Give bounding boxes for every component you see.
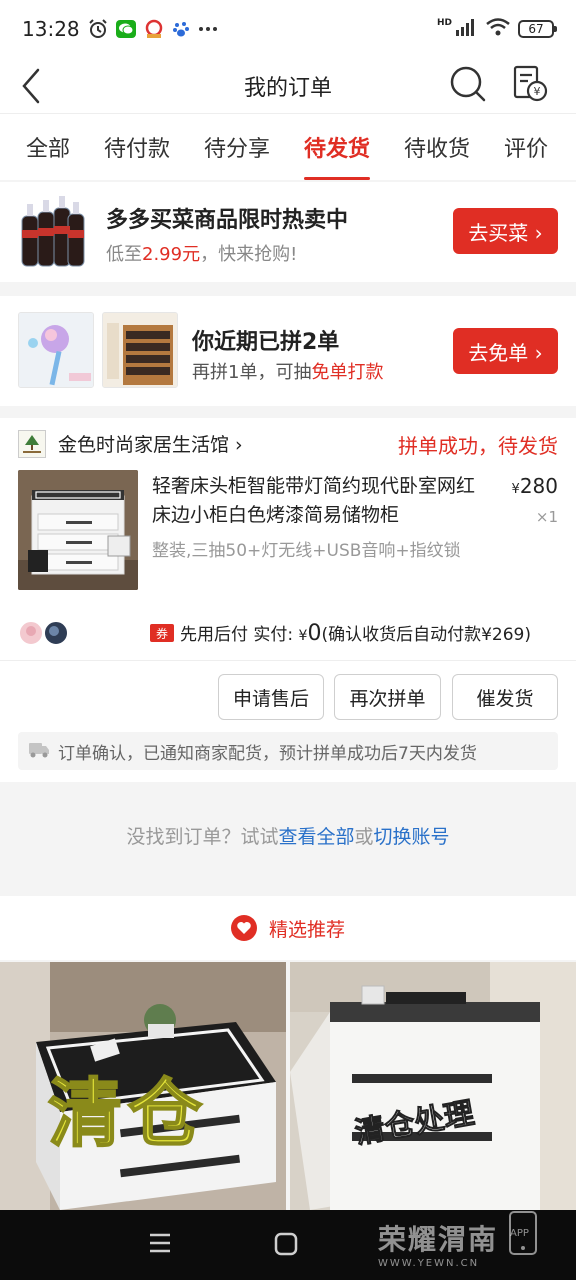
home-nav-icon[interactable] bbox=[274, 1232, 298, 1260]
app-notification-icon bbox=[144, 19, 164, 39]
product-price: ¥280 bbox=[512, 474, 558, 498]
go-free-order-button[interactable]: 去免单 › bbox=[453, 328, 558, 374]
watermark-en: WWW.YEWN.CN bbox=[378, 1258, 480, 1269]
shipping-notice: 订单确认，已通知商家配货，预计拼单成功后7天内发货 bbox=[18, 732, 558, 770]
after-sale-button[interactable]: 申请售后 bbox=[218, 674, 324, 720]
divider bbox=[0, 660, 576, 661]
grocery-promo-banner[interactable]: 多多买菜商品限时热卖中 低至2.99元，快来抢购! 去买菜 › bbox=[0, 182, 576, 282]
coupon-badge: 券 bbox=[150, 624, 174, 642]
view-all-link[interactable]: 查看全部 bbox=[278, 826, 354, 848]
shop-logo[interactable] bbox=[18, 430, 46, 458]
product-quantity: ×1 bbox=[535, 508, 558, 526]
free-order-sub-prefix: 再拼1单，可抽 bbox=[192, 362, 312, 383]
heart-icon bbox=[230, 915, 257, 941]
status-time: 13:28 bbox=[22, 17, 80, 41]
not-found-middle: 或 bbox=[354, 826, 374, 848]
shoe-rack-image bbox=[102, 312, 178, 388]
shop-name[interactable]: 金色时尚家居生活馆 › bbox=[58, 430, 243, 457]
baidu-icon bbox=[172, 20, 190, 38]
signal-icon bbox=[456, 18, 478, 40]
clearance-banner-1: 清仓 bbox=[47, 1070, 208, 1158]
back-icon[interactable] bbox=[18, 66, 48, 106]
bedside-table-image-2 bbox=[290, 962, 576, 1210]
watermark-cn: 荣耀渭南 bbox=[378, 1223, 499, 1256]
tab-review[interactable]: 评价 bbox=[504, 114, 548, 180]
order-card: 金色时尚家居生活馆 › 拼单成功，待发货 轻奢床头柜智能带灯简约现代卧室网红床边… bbox=[0, 418, 576, 782]
order-status: 拼单成功，待发货 bbox=[398, 434, 558, 458]
switch-account-link[interactable]: 切换账号 bbox=[374, 826, 450, 848]
battery-level: 67 bbox=[528, 22, 544, 36]
tab-to-ship[interactable]: 待发货 bbox=[304, 114, 371, 180]
payment-info: 先用后付 实付: ¥0(确认收货后自动付款¥269) bbox=[180, 620, 531, 646]
urge-shipping-button[interactable]: 催发货 bbox=[452, 674, 558, 720]
recommend-header: 精选推荐 bbox=[0, 896, 576, 960]
grocery-sub-price: 2.99元 bbox=[142, 244, 201, 265]
recommend-item-1[interactable]: 清仓 bbox=[0, 962, 286, 1210]
rebuy-button[interactable]: 再次拼单 bbox=[334, 674, 441, 720]
menu-nav-icon[interactable] bbox=[148, 1232, 172, 1258]
price-currency: ¥ bbox=[511, 482, 520, 497]
tab-to-share[interactable]: 待分享 bbox=[204, 114, 270, 180]
pay-note: (确认收货后自动付款¥269) bbox=[321, 625, 531, 645]
grocery-sub-prefix: 低至 bbox=[106, 244, 142, 265]
watermark-app-label: APP bbox=[510, 1228, 529, 1239]
price-value: 280 bbox=[519, 474, 558, 498]
more-dots-icon bbox=[198, 26, 218, 32]
cola-bottles-image bbox=[18, 194, 88, 270]
alarm-icon bbox=[88, 19, 108, 39]
shipping-notice-text: 订单确认，已通知商家配货，预计拼单成功后7天内发货 bbox=[58, 743, 477, 764]
search-icon[interactable] bbox=[448, 64, 488, 108]
product-title[interactable]: 轻奢床头柜智能带灯简约现代卧室网红床边小柜白色烤漆简易储物柜 bbox=[152, 472, 492, 530]
free-order-promo-subtitle: 再拼1单，可抽免单打款 bbox=[192, 358, 383, 384]
recommend-item-2[interactable]: 清仓处理 bbox=[290, 962, 576, 1210]
page-title: 我的订单 bbox=[243, 75, 332, 101]
hd-label: HD bbox=[436, 17, 452, 28]
product-spec: 整装,三抽50+灯无线+USB音响+指纹锁 bbox=[152, 541, 461, 561]
group-members-avatars[interactable] bbox=[18, 620, 78, 646]
wifi-icon bbox=[486, 18, 510, 40]
go-grocery-button[interactable]: 去买菜 › bbox=[453, 208, 558, 254]
tab-to-receive[interactable]: 待收货 bbox=[404, 114, 470, 180]
order-tabs: 全部 待付款 待分享 待发货 待收货 评价 bbox=[0, 114, 576, 180]
grocery-promo-subtitle: 低至2.99元，快来抢购! bbox=[106, 240, 297, 266]
tab-to-pay[interactable]: 待付款 bbox=[104, 114, 170, 180]
not-found-prefix: 没找到订单？试试 bbox=[126, 826, 279, 848]
tab-all[interactable]: 全部 bbox=[26, 114, 70, 180]
recommend-title: 精选推荐 bbox=[268, 918, 345, 941]
wechat-icon bbox=[115, 20, 136, 38]
page-header: 我的订单 ¥ bbox=[0, 58, 576, 114]
order-not-found-hint: 没找到订单？试试查看全部或切换账号 bbox=[0, 822, 576, 849]
truck-icon bbox=[28, 740, 50, 763]
battery-icon: 67 bbox=[518, 20, 557, 38]
grocery-promo-title: 多多买菜商品限时热卖中 bbox=[106, 208, 349, 233]
system-nav-bar: 荣耀渭南 WWW.YEWN.CN APP bbox=[0, 1210, 576, 1280]
watermark: 荣耀渭南 WWW.YEWN.CN bbox=[378, 1218, 498, 1269]
toy-wand-image bbox=[18, 312, 94, 388]
free-order-promo-title: 你近期已拼2单 bbox=[192, 330, 340, 355]
free-order-sub-highlight: 免单打款 bbox=[311, 362, 384, 383]
pay-label: 先用后付 实付: bbox=[180, 625, 299, 645]
status-bar: 13:28 HD 67 bbox=[0, 0, 576, 58]
pay-amount: 0 bbox=[307, 621, 322, 646]
free-order-promo-banner[interactable]: 你近期已拼2单 再拼1单，可抽免单打款 去免单 › bbox=[0, 296, 576, 406]
grocery-sub-suffix: ，快来抢购! bbox=[200, 244, 298, 265]
svg-text:¥: ¥ bbox=[534, 85, 541, 98]
product-image[interactable] bbox=[18, 470, 138, 590]
bill-icon[interactable]: ¥ bbox=[512, 64, 548, 108]
